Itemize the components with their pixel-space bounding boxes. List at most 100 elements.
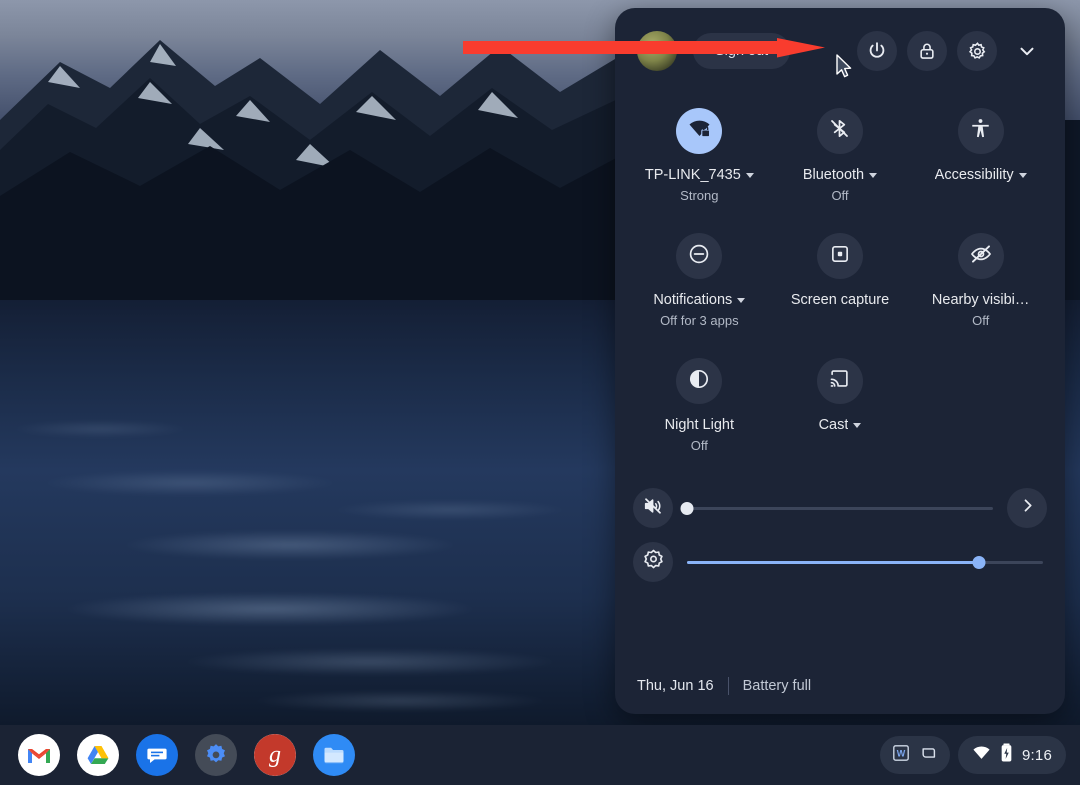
- system-tray: W 9:16: [880, 736, 1080, 774]
- volume-thumb[interactable]: [680, 501, 694, 515]
- quick-settings-panel: Sign out TP-LINK_7435 Strong Bluetooth O…: [615, 8, 1065, 714]
- chevron-down-icon[interactable]: [745, 173, 754, 178]
- battery-label[interactable]: Battery full: [743, 678, 812, 694]
- volume-mute-button[interactable]: [633, 488, 673, 528]
- night-light-sublabel: Off: [690, 438, 708, 453]
- svg-text:W: W: [897, 748, 906, 758]
- groovypost-icon: g: [269, 742, 281, 768]
- network-label-row: TP-LINK_7435: [645, 166, 754, 185]
- brightness-slider[interactable]: [687, 551, 1043, 573]
- nearby-visibility-tile-circle: [957, 233, 1004, 279]
- screen-capture-label-row: Screen capture: [791, 291, 889, 310]
- notifications-label: Notifications: [653, 292, 733, 308]
- volume-slider[interactable]: [680, 497, 993, 519]
- notifications-tile-circle: [676, 233, 723, 279]
- night-light-label: Night Light: [664, 417, 734, 433]
- gmail-icon: [28, 749, 50, 763]
- chevron-down-icon[interactable]: [869, 173, 878, 178]
- quick-settings-header: Sign out: [615, 8, 1065, 94]
- power-icon: [866, 40, 888, 62]
- google-drive-icon: [87, 746, 109, 764]
- accessibility-label: Accessibility: [934, 167, 1014, 183]
- volume-muted-icon: [642, 495, 664, 522]
- bluetooth-sublabel: Off: [831, 188, 849, 203]
- chevron-down-icon[interactable]: [737, 298, 746, 303]
- accessibility-icon: [969, 117, 992, 145]
- tile-accessibility[interactable]: Accessibility: [910, 98, 1051, 217]
- cast-label: Cast: [818, 417, 849, 433]
- slider-section: [615, 467, 1065, 589]
- volume-slider-row: [633, 481, 1047, 535]
- shelf-item-gmail[interactable]: [18, 734, 60, 776]
- do-not-disturb-icon: [687, 242, 711, 271]
- screen-capture-icon: [829, 243, 851, 270]
- feature-tile-grid: TP-LINK_7435 Strong Bluetooth Off Access…: [615, 94, 1065, 467]
- notifications-sublabel: Off for 3 apps: [660, 313, 739, 328]
- bluetooth-off-icon: [828, 117, 851, 145]
- nearby-visibility-label-row: Nearby visibi…: [932, 291, 1030, 310]
- accessibility-tile-circle: [957, 108, 1004, 154]
- lock-button[interactable]: [907, 31, 947, 71]
- tile-cast[interactable]: Cast: [770, 348, 911, 467]
- word-doc-icon[interactable]: W: [892, 744, 910, 767]
- tile-bluetooth[interactable]: Bluetooth Off: [770, 98, 911, 217]
- shelf-item-google-drive[interactable]: [77, 734, 119, 776]
- tray-status-group[interactable]: 9:16: [958, 736, 1066, 774]
- audio-settings-button[interactable]: [1007, 488, 1047, 528]
- eye-off-icon: [969, 242, 993, 271]
- nearby-visibility-sublabel: Off: [972, 313, 990, 328]
- bluetooth-tile-circle: [816, 108, 863, 154]
- shelf-item-files[interactable]: [313, 734, 355, 776]
- lock-icon: [917, 41, 937, 61]
- brightness-slider-row: [633, 535, 1047, 589]
- brightness-button[interactable]: [633, 542, 673, 582]
- tray-doc-group[interactable]: W: [880, 736, 950, 774]
- tile-notifications[interactable]: Notifications Off for 3 apps: [629, 223, 770, 342]
- brightness-track-fill: [687, 560, 979, 564]
- files-icon: [324, 747, 344, 764]
- screen-capture-label: Screen capture: [790, 292, 890, 308]
- shelf-item-groovypost[interactable]: g: [254, 734, 296, 776]
- gear-icon: [967, 41, 988, 62]
- tile-nearby-visibility[interactable]: Nearby visibi… Off: [910, 223, 1051, 342]
- chevron-down-icon[interactable]: [1018, 173, 1027, 178]
- footer-divider: [727, 677, 729, 695]
- shelf: g W 9:16: [0, 725, 1080, 785]
- sign-out-label: Sign out: [715, 43, 769, 59]
- notifications-label-row: Notifications: [653, 291, 746, 310]
- power-button[interactable]: [857, 31, 897, 71]
- network-tile-circle: [676, 108, 723, 154]
- cast-icon: [828, 367, 851, 395]
- wifi-locked-icon: [687, 116, 712, 146]
- night-light-icon: [687, 367, 711, 396]
- wifi-icon: [972, 744, 991, 766]
- gear-icon: [207, 744, 225, 763]
- user-avatar[interactable]: [637, 31, 677, 71]
- settings-button[interactable]: [957, 31, 997, 71]
- brightness-icon: [642, 548, 665, 576]
- collapse-button[interactable]: [1007, 31, 1047, 71]
- shelf-item-messages[interactable]: [136, 734, 178, 776]
- tile-night-light[interactable]: Night Light Off: [629, 348, 770, 467]
- date-label[interactable]: Thu, Jun 16: [637, 678, 714, 694]
- cast-tile-circle: [816, 358, 863, 404]
- network-label: TP-LINK_7435: [644, 167, 741, 183]
- chevron-down-icon[interactable]: [853, 423, 862, 428]
- tote-icon[interactable]: [920, 744, 938, 767]
- tray-clock: 9:16: [1022, 746, 1052, 764]
- bluetooth-label: Bluetooth: [802, 167, 865, 183]
- brightness-thumb[interactable]: [972, 555, 986, 569]
- cast-label-row: Cast: [819, 416, 862, 435]
- bluetooth-label-row: Bluetooth: [802, 166, 878, 185]
- shelf-item-settings[interactable]: [195, 734, 237, 776]
- night-light-label-row: Night Light: [665, 416, 734, 435]
- nearby-visibility-label: Nearby visibi…: [931, 292, 1030, 308]
- volume-track: [687, 506, 993, 510]
- accessibility-label-row: Accessibility: [935, 166, 1027, 185]
- tile-screen-capture[interactable]: Screen capture: [770, 223, 911, 342]
- chevron-down-icon: [1016, 40, 1038, 62]
- sign-out-button[interactable]: Sign out: [693, 33, 791, 69]
- battery-icon: [1000, 743, 1013, 767]
- tile-network[interactable]: TP-LINK_7435 Strong: [629, 98, 770, 217]
- screen-capture-tile-circle: [816, 233, 863, 279]
